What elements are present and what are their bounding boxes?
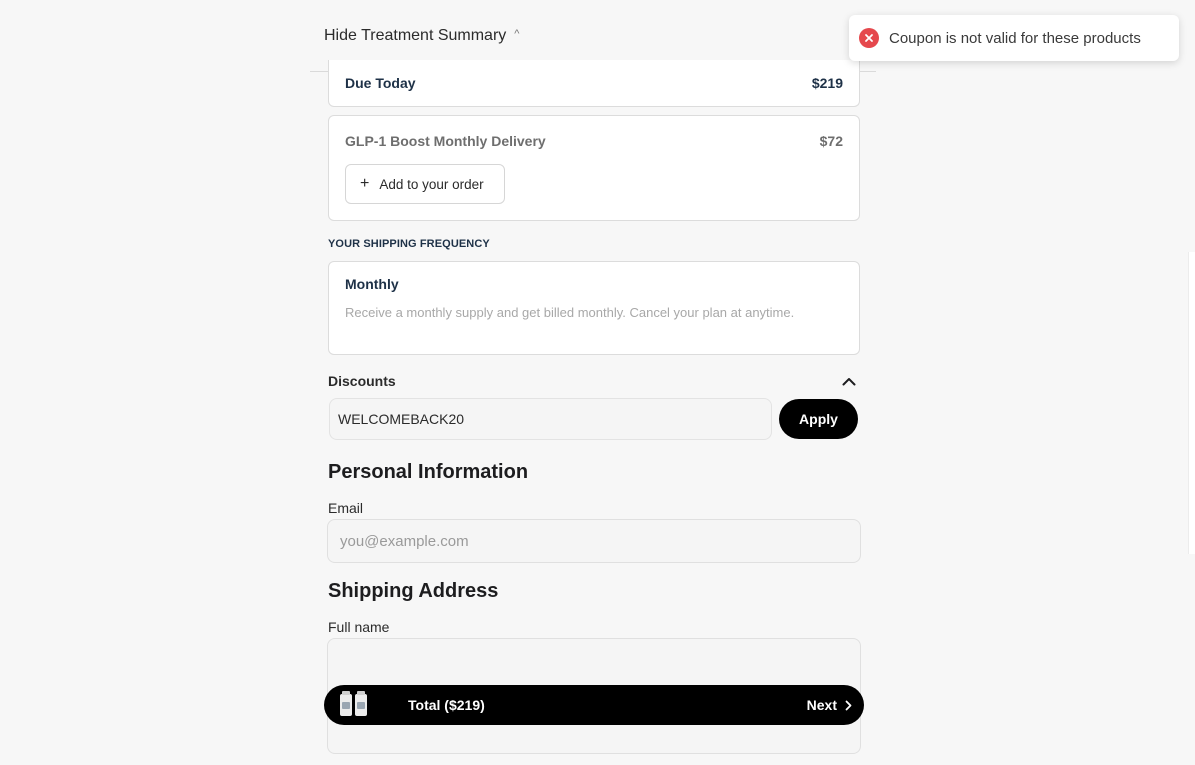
product-bottles-icon	[340, 691, 367, 716]
chevron-right-icon	[845, 700, 852, 711]
email-label: Email	[328, 500, 364, 516]
error-toast: Coupon is not valid for these products	[849, 15, 1179, 61]
coupon-input[interactable]	[329, 398, 772, 440]
frequency-title: Monthly	[345, 276, 399, 292]
error-icon	[859, 28, 879, 48]
discounts-label: Discounts	[328, 373, 396, 389]
plus-icon: +	[360, 175, 370, 192]
due-today-value: $219	[811, 75, 843, 91]
email-field[interactable]	[327, 519, 861, 563]
next-label: Next	[806, 697, 837, 713]
addon-price: $72	[819, 133, 843, 149]
caret-up-icon: ^	[514, 27, 520, 40]
shipping-frequency-option[interactable]: Monthly Receive a monthly supply and get…	[328, 261, 860, 355]
apply-coupon-button[interactable]: Apply	[779, 399, 858, 439]
due-today-label: Due Today	[345, 75, 416, 91]
discounts-header: Discounts	[328, 373, 860, 389]
add-to-order-label: Add to your order	[379, 176, 484, 192]
toast-message: Coupon is not valid for these products	[889, 29, 1141, 47]
shipping-address-heading: Shipping Address	[328, 580, 499, 602]
checkout-bar[interactable]: Total ($219) Next	[324, 685, 864, 725]
add-to-order-button[interactable]: + Add to your order	[345, 164, 505, 204]
chevron-up-icon[interactable]	[842, 374, 856, 388]
shipping-frequency-caption: YOUR SHIPPING FREQUENCY	[328, 238, 490, 250]
addon-card: GLP-1 Boost Monthly Delivery $72 + Add t…	[328, 115, 860, 221]
treatment-summary-label: Hide Treatment Summary	[324, 26, 507, 44]
due-today-row: Due Today $219	[328, 60, 860, 107]
full-name-label: Full name	[328, 619, 390, 635]
addon-name: GLP-1 Boost Monthly Delivery	[345, 133, 546, 149]
side-panel-edge	[1188, 252, 1195, 554]
next-button[interactable]: Next	[807, 697, 852, 713]
personal-information-heading: Personal Information	[328, 461, 529, 483]
order-total: Total ($219)	[408, 697, 485, 713]
frequency-description: Receive a monthly supply and get billed …	[345, 305, 795, 320]
